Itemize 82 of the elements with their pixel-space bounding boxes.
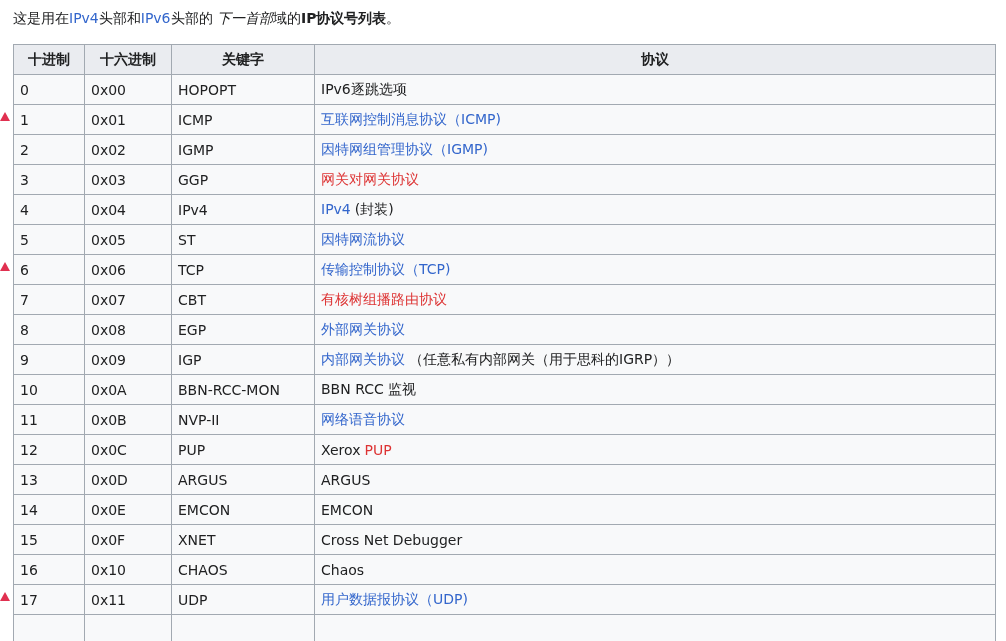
- table-cell: PUP: [171, 434, 315, 465]
- table-cell: CHAOS: [171, 554, 315, 585]
- table-cell: 12: [13, 434, 85, 465]
- table-cell: 4: [13, 194, 85, 225]
- cell-text: EMCON: [321, 501, 374, 518]
- link[interactable]: IPv6: [140, 10, 171, 26]
- table-cell: XNET: [171, 524, 315, 555]
- table-cell: 0x0F: [84, 524, 172, 555]
- table-cell: 0x05: [84, 224, 172, 255]
- link[interactable]: 因特网流协议: [321, 230, 405, 247]
- table-cell: 16: [13, 554, 85, 585]
- table-cell: BBN-RCC-MON: [171, 374, 315, 405]
- table-cell: TCP: [171, 254, 315, 285]
- link[interactable]: 用户数据报协议（UDP): [321, 590, 468, 607]
- link[interactable]: IPv4: [321, 200, 351, 217]
- table-cell: 17: [13, 584, 85, 615]
- link[interactable]: 因特网组管理协议（IGMP): [321, 140, 488, 157]
- table-cell: 0x0C: [84, 434, 172, 465]
- table-cell: EMCON: [171, 494, 315, 525]
- table-cell: 0x0A: [84, 374, 172, 405]
- cell-text: BBN RCC 监视: [321, 380, 417, 397]
- cell-text: （任意私有内部网关（用于思科的IGRP））: [409, 350, 681, 367]
- table-cell: 6: [13, 254, 85, 285]
- table-cell: ST: [171, 224, 315, 255]
- table-cell: UDP: [171, 584, 315, 615]
- table-cell: 0x10: [84, 554, 172, 585]
- intro-text: 这是用在IPv4头部和IPv6头部的 下一首部域的IP协议号列表。: [13, 9, 402, 28]
- column-header: 十进制: [13, 44, 85, 75]
- table-cell: 14: [13, 494, 85, 525]
- table-cell: 0x06: [84, 254, 172, 285]
- missing-page-link[interactable]: 网关对网关协议: [321, 170, 419, 187]
- table-cell: 7: [13, 284, 85, 315]
- link[interactable]: 内部网关协议: [321, 350, 405, 367]
- table-cell: 11: [13, 404, 85, 435]
- link[interactable]: IPv4: [69, 10, 99, 26]
- table-cell: 13: [13, 464, 85, 495]
- table-cell: 0x02: [84, 134, 172, 165]
- table-cell: 0x08: [84, 314, 172, 345]
- table-cell: 0x07: [84, 284, 172, 315]
- table-cell: ARGUS: [171, 464, 315, 495]
- column-header: 协议: [314, 44, 996, 75]
- table-cell: 10: [13, 374, 85, 405]
- table-cell: 15: [13, 524, 85, 555]
- link[interactable]: 外部网关协议: [321, 320, 405, 337]
- cell-text: Chaos: [321, 561, 365, 578]
- table-cell: 1: [13, 104, 85, 135]
- table-cell: 0x04: [84, 194, 172, 225]
- column-header: 关键字: [171, 44, 315, 75]
- cell-text: Xerox: [321, 441, 361, 458]
- missing-page-link[interactable]: 有核树组播路由协议: [321, 290, 447, 307]
- table-cell: GGP: [171, 164, 315, 195]
- table-cell: 0x01: [84, 104, 172, 135]
- link[interactable]: 网络语音协议: [321, 410, 405, 427]
- table-cell: IGP: [171, 344, 315, 375]
- column-header: 十六进制: [84, 44, 172, 75]
- table-cell: 5: [13, 224, 85, 255]
- cell-text: (封装): [354, 200, 394, 217]
- cell-text: IPv6逐跳选项: [321, 80, 407, 97]
- table-cell: 9: [13, 344, 85, 375]
- table-cell: IGMP: [171, 134, 315, 165]
- table-cell: IPv4: [171, 194, 315, 225]
- table-cell: EGP: [171, 314, 315, 345]
- table-cell: 0: [13, 74, 85, 105]
- table-cell: 0x11: [84, 584, 172, 615]
- cell-text: ARGUS: [321, 471, 371, 488]
- table-cell: 0x0E: [84, 494, 172, 525]
- link[interactable]: 互联网控制消息协议（ICMP): [321, 110, 501, 127]
- table-cell: 0x00: [84, 74, 172, 105]
- table-cell: ICMP: [171, 104, 315, 135]
- table-cell: CBT: [171, 284, 315, 315]
- missing-page-link[interactable]: PUP: [364, 441, 392, 458]
- table-cell: 8: [13, 314, 85, 345]
- table-cell: HOPOPT: [171, 74, 315, 105]
- table-cell: 0x0D: [84, 464, 172, 495]
- table-cell: 2: [13, 134, 85, 165]
- table-cell: 0x09: [84, 344, 172, 375]
- cell-text: Cross Net Debugger: [321, 531, 463, 548]
- table-cell: 0x03: [84, 164, 172, 195]
- table-cell: 0x0B: [84, 404, 172, 435]
- table-cell: 3: [13, 164, 85, 195]
- link[interactable]: 传输控制协议（TCP): [321, 260, 451, 277]
- table-cell: NVP-II: [171, 404, 315, 435]
